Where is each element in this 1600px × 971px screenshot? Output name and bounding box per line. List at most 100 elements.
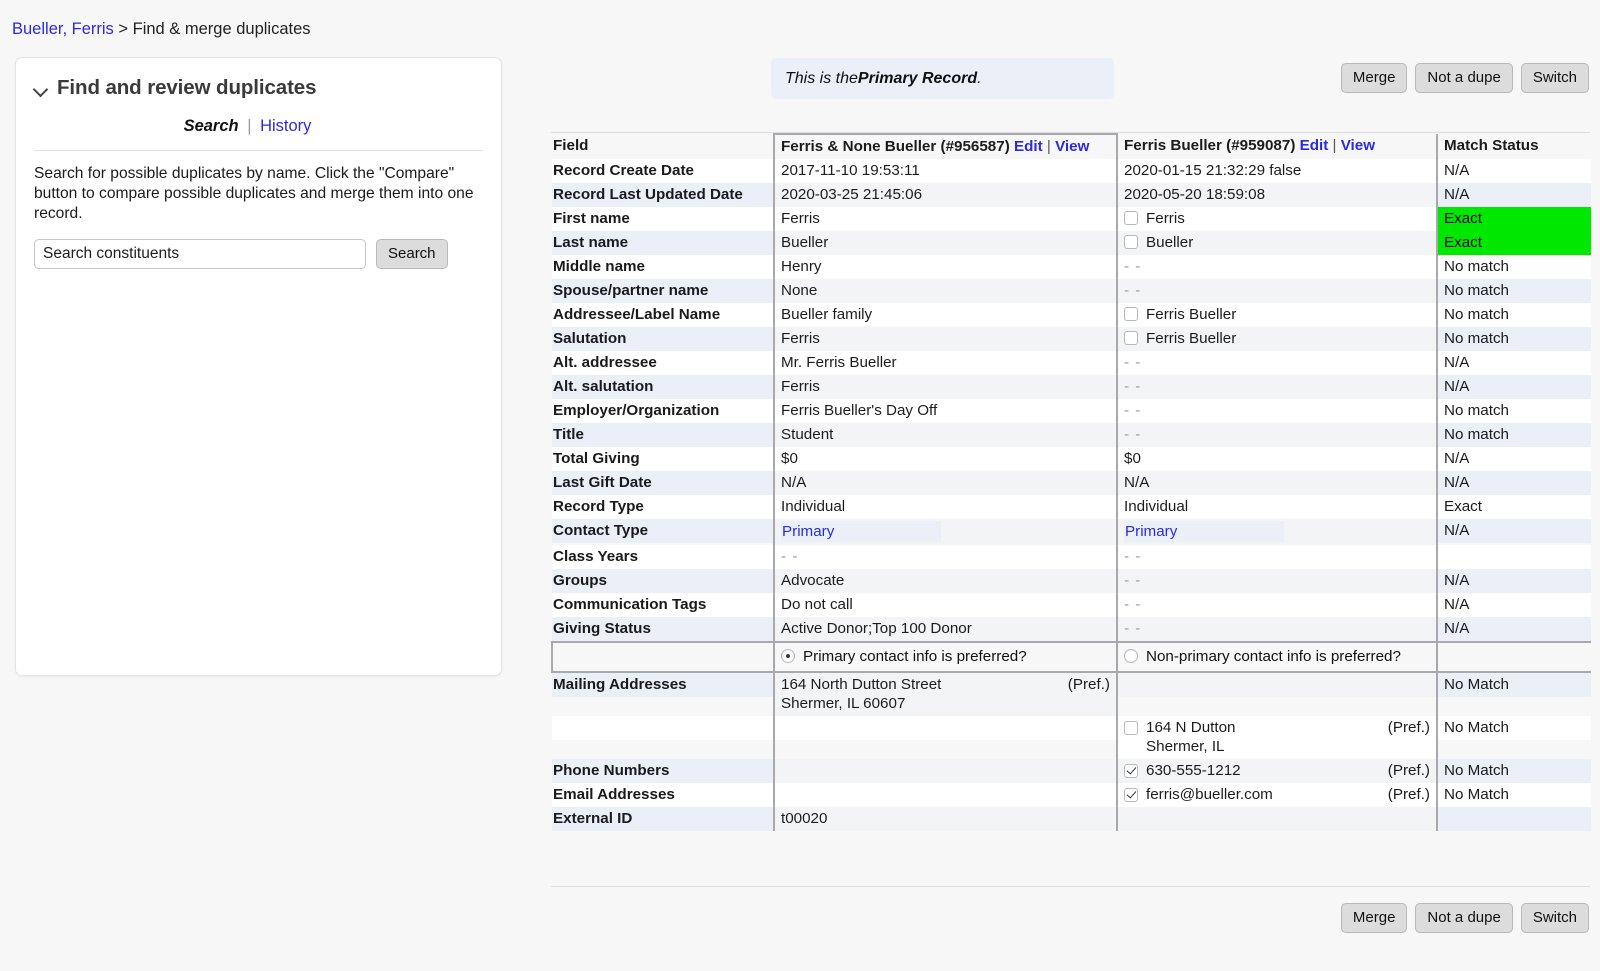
row-value-b-text: 2020-05-20 18:59:08 <box>1124 186 1266 203</box>
primary-contact-preferred-radio[interactable]: Primary contact info is preferred? <box>775 643 1116 671</box>
contact-value-a-cell: t00020 <box>773 807 1118 831</box>
nonprimary-contact-preferred-radio-cell[interactable]: Non-primary contact info is preferred? <box>1117 641 1438 673</box>
table-row: Employer/Organization Ferris Bueller's Da… <box>552 399 1591 423</box>
contact-match-status <box>1438 807 1591 831</box>
row-value-b: Individual <box>1118 495 1436 519</box>
row-field-label: Record Create Date <box>552 159 773 183</box>
row-value-b-text: Individual <box>1124 498 1189 515</box>
contact-table-row: Email Addresses (Pref.) ferris@bueller.co… <box>552 783 1591 807</box>
checkbox-icon[interactable] <box>1124 331 1138 345</box>
contact-value-a-lines <box>781 761 1110 780</box>
contact-value-b-preferred-flag: (Pref.) <box>1387 786 1430 803</box>
merge-button-top[interactable]: Merge <box>1340 63 1408 93</box>
row-value-a-cell: Ferris <box>773 375 1118 399</box>
row-value-a: N/A <box>775 471 1116 495</box>
contact-value-b-line-1: Shermer, IL <box>1146 738 1225 755</box>
row-value-a-cell: None <box>773 279 1118 303</box>
checkbox-icon[interactable] <box>1124 721 1138 735</box>
row-value-a-text: - - <box>781 548 799 565</box>
tab-history[interactable]: History <box>260 117 311 135</box>
primary-contact-preferred-radio-cell[interactable]: Primary contact info is preferred? <box>773 641 1118 673</box>
card-description: Search for possible duplicates by name. … <box>34 165 474 222</box>
record-a-edit-link[interactable]: Edit <box>1014 138 1043 155</box>
switch-button-bottom[interactable]: Switch <box>1520 903 1589 933</box>
row-status-cell: N/A <box>1437 593 1591 617</box>
row-value-a-cell: Primary <box>773 519 1118 545</box>
row-value-a: Mr. Ferris Bueller <box>775 351 1116 375</box>
checkbox-icon[interactable] <box>1124 307 1138 321</box>
row-value-b-cell: - - <box>1117 545 1438 569</box>
row-value-b-cell: Ferris <box>1117 207 1438 231</box>
card-header[interactable]: Find and review duplicates <box>16 58 501 100</box>
not-a-dupe-button-bottom[interactable]: Not a dupe <box>1415 903 1513 933</box>
row-field-label: First name <box>552 207 773 231</box>
contact-value-a-lines <box>781 718 1110 737</box>
search-input[interactable] <box>34 239 366 269</box>
tab-search[interactable]: Search <box>184 117 239 135</box>
row-field-cell: Addressee/Label Name <box>552 303 774 327</box>
record-a-view-link[interactable]: View <box>1055 138 1089 155</box>
row-value-b-cell: Ferris Bueller <box>1117 303 1438 327</box>
row-value-b: - - <box>1118 375 1436 399</box>
contact-table-row: External ID t00020 <box>552 807 1591 831</box>
contact-value-a <box>775 759 1116 783</box>
match-status-badge: Exact <box>1438 495 1591 519</box>
row-value-a-text: 2020-03-25 21:45:06 <box>781 186 923 203</box>
contact-field-label: Email Addresses <box>552 783 773 807</box>
checkbox-checked-icon[interactable] <box>1124 764 1138 778</box>
nonprimary-contact-preferred-radio[interactable]: Non-primary contact info is preferred? <box>1118 643 1436 671</box>
not-a-dupe-button-top[interactable]: Not a dupe <box>1415 63 1513 93</box>
checkbox-icon[interactable] <box>1124 211 1138 225</box>
record-b-edit-link[interactable]: Edit <box>1300 137 1329 154</box>
row-status-cell: N/A <box>1437 351 1591 375</box>
breadcrumb-link-constituent[interactable]: Bueller, Ferris <box>12 20 114 38</box>
contact-value-a: t00020 <box>775 807 1116 831</box>
row-status-cell <box>1437 545 1591 569</box>
contact-table-row: (Pref.) 164 N Dutton Shermer, IL No Match <box>552 716 1591 759</box>
row-value-b-text: - - <box>1124 548 1142 565</box>
checkbox-icon[interactable] <box>1124 235 1138 249</box>
row-value-a-cell: Ferris Bueller's Day Off <box>773 399 1118 423</box>
duplicate-comparison-table: Field Ferris & None Bueller (#956587) Edi… <box>551 133 1591 831</box>
radio-icon[interactable] <box>1124 649 1138 663</box>
row-value-b: - - <box>1118 545 1436 569</box>
record-b-view-link[interactable]: View <box>1341 137 1375 154</box>
row-field-cell: Record Create Date <box>552 159 774 183</box>
radio-selected-icon[interactable] <box>781 649 795 663</box>
contact-value-a-cell <box>773 783 1118 807</box>
row-field-label: Groups <box>552 569 773 593</box>
row-value-b-text: - - <box>1124 258 1142 275</box>
row-status-cell: N/A <box>1437 447 1591 471</box>
table-row: Salutation Ferris Ferris Bueller No match <box>552 327 1591 351</box>
row-field-label: Spouse/partner name <box>552 279 773 303</box>
merge-button-bottom[interactable]: Merge <box>1340 903 1408 933</box>
row-value-b: 2020-01-15 21:32:29 false <box>1118 159 1436 183</box>
table-row: Alt. addressee Mr. Ferris Bueller - - N/A <box>552 351 1591 375</box>
chevron-down-icon[interactable] <box>34 82 48 96</box>
comparison-table: Field Ferris & None Bueller (#956587) Edi… <box>551 133 1591 831</box>
match-status-badge: No match <box>1438 303 1591 327</box>
row-field-label: Giving Status <box>552 617 773 641</box>
contact-value-b-preferred-flag: (Pref.) <box>1387 719 1430 736</box>
contact-type-value-a: Primary <box>781 521 941 542</box>
breadcrumb: Bueller, Ferris > Find & merge duplicate… <box>12 20 311 39</box>
contact-value-b-lines <box>1124 809 1430 828</box>
checkbox-checked-icon[interactable] <box>1124 788 1138 802</box>
row-field-cell: Communication Tags <box>552 593 774 617</box>
row-value-b: N/A <box>1118 471 1436 495</box>
table-row: Last Gift Date N/A N/A N/A <box>552 471 1591 495</box>
row-value-a-text: Ferris Bueller's Day Off <box>781 402 938 419</box>
switch-button-top[interactable]: Switch <box>1520 63 1589 93</box>
row-value-a: $0 <box>775 447 1116 471</box>
row-value-b-text: - - <box>1124 378 1142 395</box>
table-row: Record Type Individual Individual Exact <box>552 495 1591 519</box>
search-button[interactable]: Search <box>376 239 448 269</box>
row-field-label: Salutation <box>552 327 773 351</box>
row-value-a: Advocate <box>775 569 1116 593</box>
match-status-badge: N/A <box>1438 593 1591 617</box>
row-value-a-cell: Henry <box>773 255 1118 279</box>
match-status-badge: N/A <box>1438 183 1591 207</box>
row-field-label: Title <box>552 423 773 447</box>
contact-value-a-lines: t00020 <box>781 809 1110 828</box>
row-value-a-text: Bueller <box>781 234 829 251</box>
